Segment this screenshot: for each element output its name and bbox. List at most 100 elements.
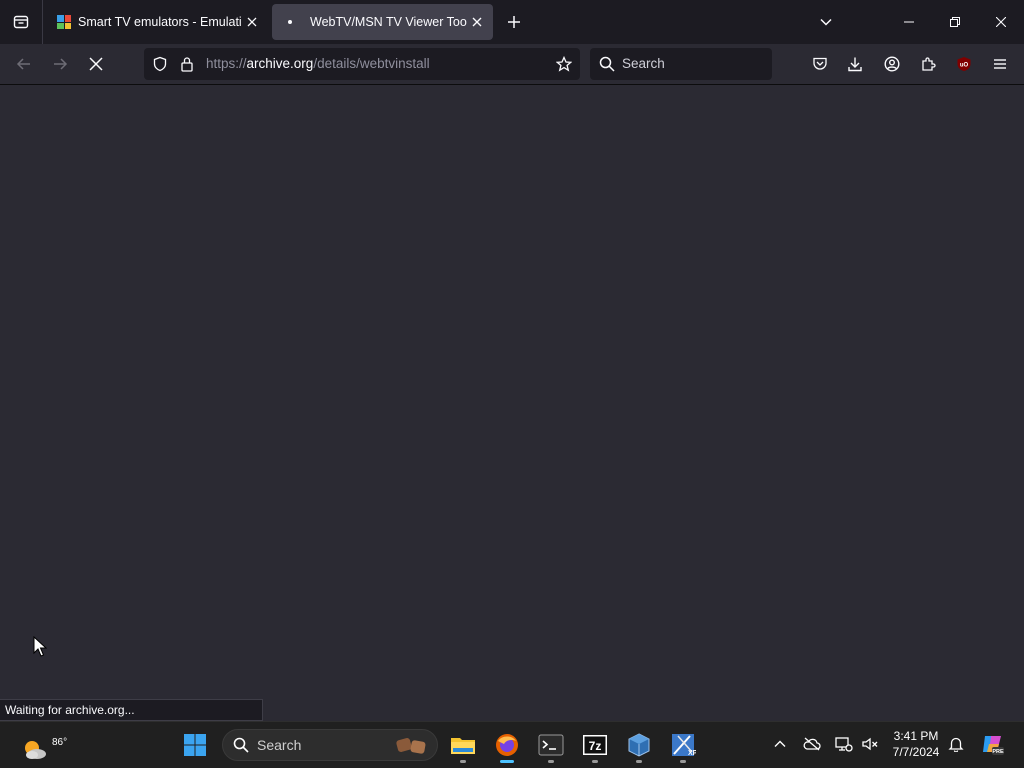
virtualbox-icon bbox=[628, 733, 650, 757]
tab-title: Smart TV emulators - Emulation General W… bbox=[78, 15, 242, 29]
taskbar-clock[interactable]: 3:41 PM 7/7/2024 bbox=[884, 728, 948, 760]
weather-temperature: 86° bbox=[52, 737, 68, 748]
close-icon bbox=[996, 17, 1006, 27]
close-tab-icon[interactable] bbox=[467, 12, 487, 32]
search-icon bbox=[599, 56, 615, 77]
tab-strip: Smart TV emulators - Emulation General W… bbox=[0, 0, 1024, 44]
loading-dot-icon bbox=[282, 14, 298, 30]
tracking-protection-shield-icon[interactable] bbox=[152, 56, 168, 77]
close-window-button[interactable] bbox=[978, 0, 1024, 44]
account-icon bbox=[884, 56, 900, 72]
partly-cloudy-icon bbox=[25, 741, 46, 759]
minimize-icon bbox=[904, 21, 914, 23]
arrow-right-icon bbox=[54, 58, 68, 70]
taskbar-windows-xp-vm[interactable]: XP bbox=[666, 728, 700, 763]
list-all-tabs-button[interactable] bbox=[814, 10, 838, 34]
status-panel: Waiting for archive.org... bbox=[0, 699, 263, 721]
volume-tray-icon[interactable] bbox=[858, 732, 882, 756]
weather-widget[interactable]: 86° bbox=[20, 730, 67, 762]
hamburger-menu-icon bbox=[994, 59, 1006, 69]
page-content-area bbox=[0, 85, 1024, 721]
windows-taskbar: 86° Search 7z XP 3:41 PM 7/7/2024 PRE bbox=[0, 721, 1024, 768]
address-bar[interactable]: https://archive.org/details/webtvinstall bbox=[144, 48, 580, 80]
network-tray-icon[interactable] bbox=[832, 732, 856, 756]
taskbar-virtualbox[interactable] bbox=[622, 728, 656, 763]
search-placeholder: Search bbox=[622, 56, 665, 71]
running-indicator bbox=[548, 760, 554, 763]
firefox-icon bbox=[496, 734, 518, 756]
speaker-muted-icon bbox=[862, 737, 878, 751]
back-button[interactable] bbox=[10, 50, 38, 78]
mouse-cursor-icon bbox=[33, 635, 48, 663]
navigation-toolbar: https://archive.org/details/webtvinstall… bbox=[0, 44, 1024, 85]
running-indicator bbox=[592, 760, 598, 763]
url-scheme: https:// bbox=[206, 56, 247, 71]
plus-icon bbox=[508, 16, 520, 28]
lock-icon[interactable] bbox=[180, 56, 194, 77]
show-hidden-icons-button[interactable] bbox=[768, 732, 792, 756]
pocket-button[interactable] bbox=[806, 50, 834, 78]
active-indicator bbox=[500, 760, 514, 763]
folder-icon bbox=[451, 738, 475, 754]
search-highlight-icon bbox=[396, 738, 426, 754]
restore-button[interactable] bbox=[932, 0, 978, 44]
taskbar-firefox[interactable] bbox=[490, 728, 524, 763]
svg-text:uO: uO bbox=[960, 63, 969, 69]
running-indicator bbox=[680, 760, 686, 763]
running-indicator bbox=[460, 760, 466, 763]
search-bar[interactable]: Search bbox=[590, 48, 772, 80]
7zip-icon: 7z bbox=[583, 735, 607, 755]
start-button[interactable] bbox=[178, 728, 212, 762]
taskbar-search-placeholder: Search bbox=[257, 737, 302, 753]
search-icon bbox=[233, 737, 249, 753]
new-tab-button[interactable] bbox=[502, 10, 526, 34]
taskbar-file-explorer[interactable] bbox=[446, 728, 480, 763]
svg-text:PRE: PRE bbox=[992, 749, 1004, 755]
tab-smart-tv-emulators[interactable]: Smart TV emulators - Emulation General W… bbox=[46, 4, 268, 40]
extensions-button[interactable] bbox=[914, 50, 942, 78]
windows-logo-icon bbox=[184, 734, 206, 756]
chevron-up-icon bbox=[774, 740, 786, 747]
bookmark-star-icon[interactable] bbox=[555, 55, 573, 77]
clock-date: 7/7/2024 bbox=[892, 745, 940, 759]
ublock-origin-button[interactable]: uO bbox=[950, 50, 978, 78]
app-menu-button[interactable] bbox=[986, 50, 1014, 78]
notifications-button[interactable] bbox=[944, 732, 968, 756]
taskbar-search[interactable]: Search bbox=[222, 729, 438, 761]
ublock-origin-icon: uO bbox=[957, 57, 971, 71]
copilot-icon: PRE bbox=[983, 736, 1004, 755]
url-text[interactable]: https://archive.org/details/webtvinstall bbox=[206, 48, 430, 80]
url-path: /details/webtvinstall bbox=[313, 56, 430, 71]
restore-icon bbox=[950, 17, 960, 27]
url-host: archive.org bbox=[246, 56, 314, 71]
firefox-view-icon bbox=[13, 15, 29, 29]
copilot-button[interactable]: PRE bbox=[980, 732, 1004, 756]
minimize-button[interactable] bbox=[886, 0, 932, 44]
tab-separator bbox=[42, 0, 43, 44]
pocket-icon bbox=[813, 57, 827, 70]
emulation-wiki-favicon bbox=[57, 15, 71, 29]
puzzle-piece-icon bbox=[922, 57, 936, 71]
taskbar-7zip[interactable]: 7z bbox=[578, 728, 612, 763]
forward-button[interactable] bbox=[46, 50, 74, 78]
network-icon bbox=[835, 737, 853, 752]
downloads-button[interactable] bbox=[841, 50, 869, 78]
cloud-offline-icon bbox=[803, 737, 821, 751]
onedrive-tray-icon[interactable] bbox=[800, 732, 824, 756]
account-button[interactable] bbox=[878, 50, 906, 78]
stop-loading-button[interactable] bbox=[82, 50, 110, 78]
bell-icon bbox=[948, 737, 964, 752]
arrow-left-icon bbox=[16, 58, 30, 70]
svg-text:7z: 7z bbox=[589, 739, 602, 753]
firefox-view-button[interactable] bbox=[0, 0, 42, 44]
stop-icon bbox=[89, 57, 103, 71]
tab-webtv-viewer[interactable]: WebTV/MSN TV Viewer Tool : WebTV Network… bbox=[272, 4, 493, 40]
tab-title: WebTV/MSN TV Viewer Tool : WebTV Network… bbox=[310, 15, 467, 29]
running-indicator bbox=[636, 760, 642, 763]
svg-text:XP: XP bbox=[688, 750, 696, 757]
windows-xp-vm-icon: XP bbox=[672, 734, 696, 757]
terminal-icon bbox=[538, 734, 564, 756]
taskbar-terminal[interactable] bbox=[534, 728, 568, 763]
chevron-down-icon bbox=[820, 18, 832, 26]
close-tab-icon[interactable] bbox=[242, 12, 262, 32]
